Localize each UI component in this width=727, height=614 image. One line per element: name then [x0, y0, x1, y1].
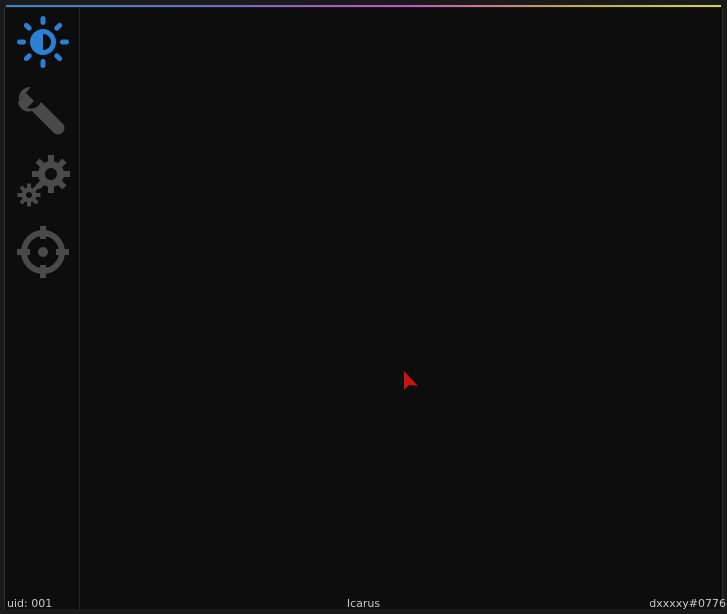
wrench-icon	[18, 87, 65, 135]
sidebar-item-target[interactable]	[15, 224, 71, 280]
gears-icon	[17, 155, 70, 207]
sidebar	[5, 8, 80, 609]
sidebar-item-settings[interactable]	[15, 154, 71, 210]
sidebar-item-tools[interactable]	[15, 84, 71, 140]
main-content-area[interactable]	[80, 8, 722, 609]
main-frame	[4, 8, 723, 609]
crosshair-icon	[17, 226, 69, 278]
top-accent-bar	[6, 5, 721, 7]
pointer-cursor-icon	[404, 371, 418, 390]
sidebar-item-display[interactable]	[15, 14, 71, 70]
name-label: Icarus	[346, 597, 381, 610]
id-label: dxxxxy#0776	[649, 597, 726, 610]
brightness-icon	[17, 16, 69, 68]
status-bar: uid: 001 Icarus dxxxxy#0776	[0, 595, 727, 614]
app-window: uid: 001 Icarus dxxxxy#0776	[0, 0, 727, 614]
